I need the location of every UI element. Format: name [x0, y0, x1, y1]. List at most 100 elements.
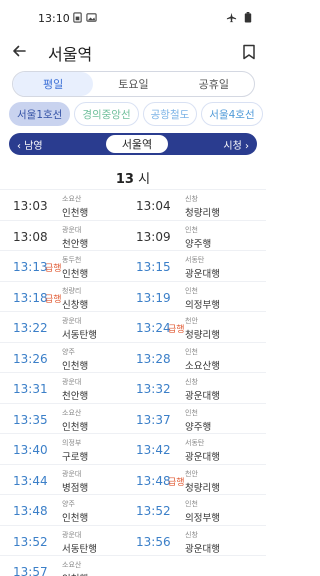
departure-right: 13:24 급행 천안 청량리행	[136, 312, 256, 342]
departure-right: 13:04 신창 청량리행	[136, 190, 256, 220]
destination: 광운대행	[185, 391, 220, 402]
departure-time: 13:57	[13, 565, 48, 576]
destination: 병점행	[62, 482, 89, 494]
departure-right: 13:15 서동탄 광운대행	[136, 251, 256, 281]
departure-left: 13:22 광운대 서동탄행	[13, 312, 133, 342]
departure-time: 13:42	[136, 443, 171, 457]
tab-saturday[interactable]: 토요일	[93, 72, 173, 96]
next-station-label: 시청	[223, 141, 242, 152]
departure-time: 13:52	[136, 504, 171, 518]
destination: 소요산행	[185, 360, 220, 372]
via-station: 인천	[185, 408, 198, 417]
timetable-row: 13:31 광운대천안행 13:32 신창광운대행	[0, 372, 266, 403]
departure-time: 13:18	[13, 290, 48, 305]
departure-time: 13:26	[13, 351, 48, 366]
destination: 양주행	[185, 421, 212, 433]
via-station: 천안	[185, 469, 198, 478]
departure-time: 13:28	[136, 351, 171, 366]
timetable-row: 13:52 광운대 서동탄행 13:56 신창 광운대행	[0, 524, 266, 556]
image-icon	[86, 13, 97, 22]
departure-time: 13:03	[13, 199, 48, 213]
chip-line-1[interactable]: 서울1호선	[9, 102, 71, 126]
chip-gyeongui-jungang[interactable]: 경의중앙선	[74, 102, 139, 126]
timetable-row: 13:26 양주 인천행 13:28 인천 소요산행	[0, 341, 266, 373]
via-station: 동두천	[62, 256, 82, 264]
battery-icon	[244, 12, 252, 23]
departure-time: 13:19	[136, 290, 171, 305]
destination: 광운대행	[185, 543, 220, 555]
destination: 의정부행	[185, 299, 220, 311]
destination: 서동탄행	[62, 543, 97, 555]
via-station: 신창	[185, 530, 198, 539]
departure-time: 13:04	[136, 199, 171, 213]
airplane-icon	[226, 12, 237, 23]
departure-time: 13:22	[13, 321, 48, 335]
departure-time: 13:09	[136, 229, 171, 244]
page-title: 서울역	[48, 45, 93, 64]
express-badge: 급행	[168, 325, 185, 335]
via-station: 인천	[185, 500, 198, 508]
hour-value: 13	[115, 172, 134, 187]
destination: 천안행	[62, 391, 89, 402]
destination: 구로행	[62, 452, 89, 463]
destination: 청량리행	[185, 482, 220, 494]
timetable: 13:03 소요산 인천행 13:04 신창 청량리행 13:08 광운대 천안행 13:09 인천…	[0, 189, 266, 576]
prev-station-button[interactable]: ‹ 남영	[17, 137, 43, 152]
departure-time: 13:52	[13, 534, 48, 549]
timetable-row: 13:13 급행 동두천 인천행 13:15 서동탄 광운대행	[0, 250, 266, 281]
tab-holiday[interactable]: 공휴일	[174, 72, 254, 96]
departure-left: 13:44 광운대 병점행	[13, 465, 133, 495]
via-station: 양주	[62, 347, 75, 356]
chip-line-4[interactable]: 서울4호선	[201, 102, 263, 126]
destination: 인천행	[62, 208, 89, 219]
day-tabs: 평일 토요일 공휴일	[12, 71, 255, 97]
departure-left: 13:26 양주 인천행	[13, 343, 133, 373]
via-station: 광운대	[62, 225, 82, 234]
destination: 의정부행	[185, 513, 220, 524]
via-station: 서동탄	[185, 256, 205, 264]
departure-time: 13:35	[13, 412, 48, 427]
departure-time: 13:31	[13, 382, 48, 396]
timetable-row: 13:35 소요산 인천행 13:37 인천 양주행	[0, 402, 266, 434]
destination: 신창행	[62, 299, 89, 311]
departure-time: 13:32	[136, 382, 171, 396]
departure-right: 13:19 인천 의정부행	[136, 282, 256, 312]
timetable-row: 13:08 광운대 천안행 13:09 인천 양주행	[0, 219, 266, 251]
chevron-right-icon: ›	[245, 141, 249, 152]
departure-time: 13:48	[13, 504, 48, 518]
prev-station-label: 남영	[24, 141, 43, 152]
via-station: 광운대	[62, 378, 82, 386]
next-station-button[interactable]: 시청 ›	[223, 137, 249, 152]
via-station: 소요산	[62, 195, 82, 203]
tab-weekday[interactable]: 평일	[13, 72, 94, 96]
via-station: 서동탄	[185, 439, 205, 447]
chip-airport-railroad[interactable]: 공항철도	[142, 102, 198, 126]
destination: 인천행	[62, 421, 89, 433]
back-arrow-icon[interactable]	[11, 43, 27, 59]
departure-time: 13:40	[13, 443, 48, 457]
current-station-label: 서울역	[106, 135, 168, 153]
departure-right: 13:28 인천소요산행	[136, 343, 256, 373]
departure-left: 13:08 광운대천안행	[13, 221, 133, 251]
status-time: 13:10	[38, 12, 70, 25]
departure-time: 13:56	[136, 534, 171, 549]
via-station: 양주	[62, 500, 75, 508]
destination: 인천행	[62, 269, 89, 280]
timetable-row: 13:40 의정부 구로행 13:42 서동탄 광운대행	[0, 433, 266, 464]
departure-left: 13:57 소요산인천행	[13, 556, 133, 576]
departure-right	[136, 556, 256, 576]
destination: 인천행	[62, 513, 89, 524]
via-station: 신창	[185, 378, 198, 386]
departure-right: 13:42 서동탄광운대행	[136, 434, 256, 464]
status-bar: 13:10	[0, 0, 266, 36]
departure-right: 13:48 급행 천안 청량리행	[136, 465, 256, 495]
app-bar: 서울역	[0, 36, 266, 70]
sim-card-icon	[73, 12, 82, 23]
departure-time: 13:08	[13, 229, 48, 244]
bookmark-icon[interactable]	[242, 44, 256, 60]
via-station: 인천	[185, 347, 198, 356]
destination: 광운대행	[185, 452, 220, 463]
destination: 천안행	[62, 238, 89, 250]
express-badge: 급행	[45, 264, 62, 274]
departure-time: 13:44	[13, 473, 48, 488]
